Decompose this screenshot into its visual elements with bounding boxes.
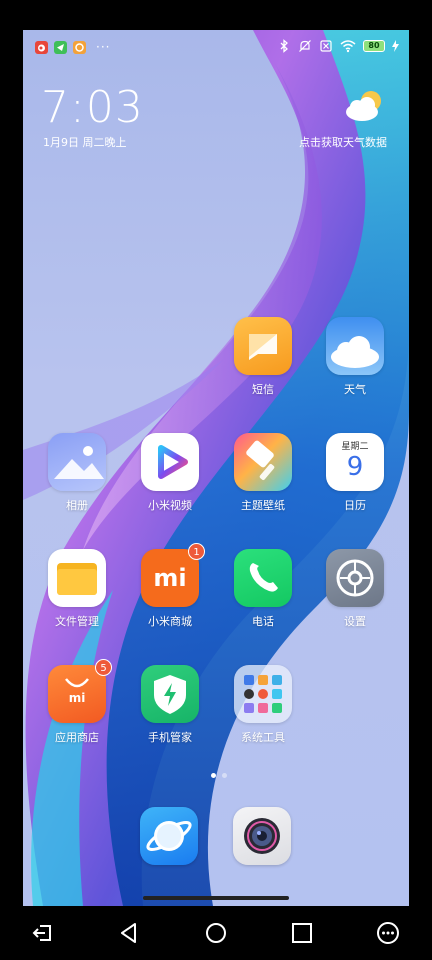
app-label: 文件管理 [55, 615, 99, 628]
brush-icon [234, 433, 292, 491]
clock-time[interactable]: 7:03 [41, 82, 144, 133]
clock-date: 1月9日 周二晚上 [43, 136, 127, 149]
notification-badge: 1 [188, 543, 205, 560]
battery-indicator: 80 [363, 40, 385, 52]
partly-cloudy-icon[interactable] [343, 88, 387, 124]
app-calendar[interactable]: 星期二 9 日历 [315, 433, 395, 513]
weather-prompt[interactable]: 点击获取天气数据 [299, 134, 387, 150]
cloud-icon [326, 317, 384, 375]
mute-icon [299, 40, 311, 52]
back-icon[interactable] [116, 920, 142, 946]
folder-icon [48, 549, 106, 607]
message-arrow-icon [54, 40, 67, 54]
app-phone[interactable]: 电话 [223, 549, 303, 629]
charging-icon [392, 40, 399, 52]
camera-icon [244, 818, 280, 854]
exit-icon[interactable] [30, 920, 56, 946]
app-label: 主题壁纸 [241, 499, 285, 512]
calendar-weekday: 星期二 [341, 442, 369, 452]
app-themes[interactable]: 主题壁纸 [223, 433, 303, 513]
app-label: 设置 [344, 615, 366, 628]
bluetooth-icon [280, 39, 288, 53]
folder-grid-icon [234, 665, 292, 723]
page-indicator[interactable] [211, 773, 227, 778]
phone-icon [234, 549, 292, 607]
app-mistore[interactable]: mi 1 小米商城 [130, 543, 210, 629]
dock-camera[interactable] [233, 807, 291, 865]
weibo-icon [35, 40, 48, 54]
calendar-day: 9 [346, 452, 364, 482]
notification-badge: 5 [95, 659, 112, 676]
app-label: 系统工具 [241, 731, 285, 744]
sim-off-icon [320, 40, 332, 52]
app-label: 相册 [66, 499, 88, 512]
gesture-home-bar[interactable] [143, 896, 289, 900]
status-bar: ··· 80 [23, 30, 409, 66]
app-label: 小米视频 [148, 499, 192, 512]
page-dot-active [211, 773, 216, 778]
app-weather[interactable]: 天气 [315, 317, 395, 397]
play-icon [141, 433, 199, 491]
mi-logo-text: mi [68, 691, 86, 705]
shield-icon [141, 665, 199, 723]
gallery-icon [48, 433, 106, 491]
app-label: 天气 [344, 383, 366, 396]
app-label: 日历 [344, 499, 366, 512]
icon-wrapper: mi 1 [141, 543, 205, 607]
home-icon[interactable] [203, 920, 229, 946]
gear-icon [326, 549, 384, 607]
app-files[interactable]: 文件管理 [37, 549, 117, 629]
app-tools-folder[interactable]: 系统工具 [223, 665, 303, 745]
page-dot [222, 773, 227, 778]
app-label: 手机管家 [148, 731, 192, 744]
icon-wrapper: mi 5 [48, 659, 112, 723]
wifi-icon [340, 40, 356, 53]
device-frame: ··· 80 7:03 1月9日 周二晚上 点击获取天气数据 短信 天气 相册 … [0, 0, 432, 960]
more-icon[interactable] [375, 920, 401, 946]
navigation-bar [0, 906, 432, 960]
browser-planet-icon [146, 821, 192, 851]
app-label: 应用商店 [55, 731, 99, 744]
app-label: 小米商城 [148, 615, 192, 628]
app-settings[interactable]: 设置 [315, 549, 395, 629]
app-label: 短信 [252, 383, 274, 396]
calendar-icon: 星期二 9 [326, 433, 384, 491]
app-label: 电话 [252, 615, 274, 628]
app-mivideo[interactable]: 小米视频 [130, 433, 210, 513]
app-gallery[interactable]: 相册 [37, 433, 117, 513]
message-icon [234, 317, 292, 375]
more-notifications: ··· [96, 40, 111, 54]
browser-icon [73, 40, 86, 54]
recents-icon[interactable] [289, 920, 315, 946]
app-security[interactable]: 手机管家 [130, 665, 210, 745]
dock-browser[interactable] [140, 807, 198, 865]
home-screen: ··· 80 7:03 1月9日 周二晚上 点击获取天气数据 短信 天气 相册 … [23, 30, 409, 906]
app-appstore[interactable]: mi 5 应用商店 [37, 659, 117, 745]
app-sms[interactable]: 短信 [223, 317, 303, 397]
